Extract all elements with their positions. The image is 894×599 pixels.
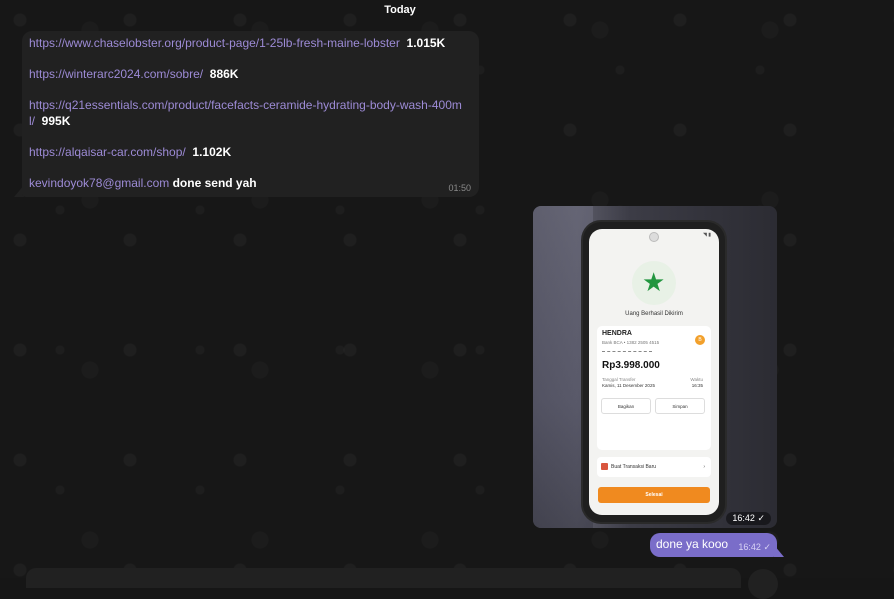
recipient-bank: Bank BCA • 1382 2505 4515 (602, 340, 660, 345)
transfer-title: Uang Berhasil Dikirim (625, 311, 683, 317)
email-link[interactable]: kevindoyok78@gmail.com (29, 176, 169, 190)
message-text: done ya kooo (656, 537, 729, 551)
send-button[interactable] (748, 569, 778, 599)
status-bar-icon: ◥ ▮ (703, 232, 711, 238)
price-value: 1.015K (406, 36, 446, 50)
message-line: kevindoyok78@gmail.com done send yah (29, 176, 471, 192)
camera-icon (649, 232, 659, 242)
receipt-icon (601, 463, 608, 470)
date-separator: Today (384, 4, 416, 16)
message-link[interactable]: https://www.chaselobster.org/product-pag… (29, 36, 400, 50)
star-check-icon: ★ (642, 267, 666, 297)
outgoing-message-bubble[interactable]: done ya kooo 16:42 ✓ (650, 533, 777, 557)
new-transaction-label: Buat Transaksi Baru (611, 464, 657, 470)
chevron-right-icon: › (703, 464, 705, 470)
message-link[interactable]: https://alqaisar-car.com/shop/ (29, 145, 186, 159)
message-timestamp: 01:50 (448, 183, 471, 193)
message-text: done send yah (172, 176, 257, 191)
phone-in-photo: ◥ ▮ ★ Uang Berhasil Dikirim HENDRA Bank … (583, 222, 725, 522)
photo-message[interactable]: ◥ ▮ ★ Uang Berhasil Dikirim HENDRA Bank … (533, 206, 777, 528)
share-button: Bagikan (601, 398, 651, 414)
done-button: Selesai (598, 487, 710, 503)
check-icon: ✓ (757, 513, 765, 523)
check-icon: ✓ (763, 542, 771, 552)
divider (602, 351, 652, 352)
recipient-name: HENDRA (602, 330, 632, 337)
save-button: Simpan (655, 398, 705, 414)
new-transaction-row: Buat Transaksi Baru › (597, 457, 711, 477)
message-line: https://alqaisar-car.com/shop/ 1.102K (29, 145, 471, 161)
price-value: 1.102K (192, 145, 232, 160)
transfer-amount: Rp3.998.000 (602, 360, 660, 371)
message-line: https://www.chaselobster.org/product-pag… (29, 36, 471, 52)
message-link[interactable]: https://q21essentials.com/product/facefa… (29, 98, 462, 128)
phone-screen: ◥ ▮ ★ Uang Berhasil Dikirim HENDRA Bank … (589, 229, 719, 515)
price-value: 886K (209, 67, 239, 82)
date-label: Tanggal Transfer (602, 377, 636, 382)
receipt-card: HENDRA Bank BCA • 1382 2505 4515 B Rp3.9… (597, 326, 711, 450)
message-timestamp: 16:42 ✓ (738, 542, 771, 552)
price-value: 995K (41, 113, 71, 128)
photo-timestamp: 16:42 ✓ (726, 512, 771, 525)
bank-logo-icon: B (695, 335, 705, 345)
message-line: https://q21essentials.com/product/facefa… (29, 98, 471, 129)
message-line: https://winterarc2024.com/sobre/ 886K (29, 67, 471, 83)
message-link[interactable]: https://winterarc2024.com/sobre/ (29, 67, 203, 81)
date-value: Kamis, 11 Desember 2025 (602, 383, 655, 388)
message-input[interactable] (26, 568, 741, 588)
success-badge: ★ (632, 261, 676, 305)
incoming-message-bubble[interactable]: https://www.chaselobster.org/product-pag… (22, 31, 479, 197)
time-value: 16:35 (691, 383, 703, 388)
time-label: Waktu (690, 377, 703, 382)
